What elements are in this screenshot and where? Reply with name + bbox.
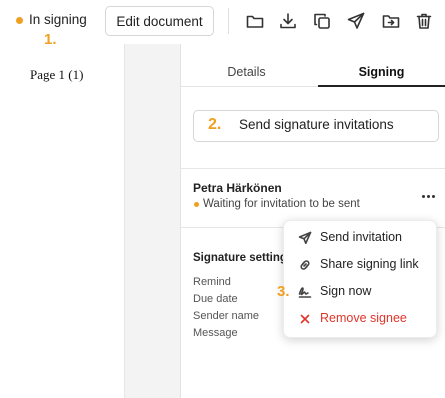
send-signature-invitations-label: Send signature invitations: [239, 117, 394, 132]
tab-signing[interactable]: Signing: [318, 56, 445, 88]
close-icon: [297, 311, 313, 327]
signee-status-dot-icon: [194, 202, 199, 207]
copy-icon[interactable]: [311, 10, 333, 32]
section-divider: [180, 168, 445, 169]
step-marker-2: 2.: [208, 116, 222, 133]
menu-label-remove-signee: Remove signee: [320, 311, 407, 325]
setting-sender-name-label: Sender name: [193, 310, 260, 322]
toolbar: In signing 1. Edit document: [0, 0, 445, 48]
link-icon: [297, 257, 313, 273]
signature-icon: [297, 284, 313, 300]
document-gutter: [124, 44, 180, 398]
send-icon: [297, 230, 313, 246]
setting-message-label: Message: [193, 327, 238, 339]
signee-status: Waiting for invitation to be sent: [203, 198, 360, 210]
setting-due-date-label: Due date: [193, 293, 238, 305]
folder-icon[interactable]: [244, 10, 266, 32]
active-tab-indicator: [318, 85, 445, 87]
toolbar-divider: [228, 8, 229, 34]
setting-remind-label: Remind: [193, 276, 231, 288]
trash-icon[interactable]: [413, 10, 435, 32]
signee-name: Petra Härkönen: [193, 181, 282, 195]
move-to-folder-icon[interactable]: [380, 10, 402, 32]
tab-details[interactable]: Details: [181, 56, 312, 88]
status-label: In signing: [29, 12, 87, 27]
more-options-icon[interactable]: [418, 188, 438, 204]
menu-label-share-signing-link: Share signing link: [320, 257, 419, 271]
send-icon[interactable]: [345, 10, 367, 32]
signature-settings-title: Signature settings: [193, 252, 294, 264]
document-page: [0, 44, 124, 398]
download-icon[interactable]: [277, 10, 299, 32]
step-marker-3: 3.: [277, 283, 290, 300]
menu-label-send-invitation: Send invitation: [320, 230, 403, 244]
status-dot-icon: [16, 17, 23, 24]
edit-document-button[interactable]: Edit document: [105, 6, 214, 36]
menu-label-sign-now: Sign now: [320, 284, 372, 298]
page-number-label: Page 1 (1): [30, 67, 84, 82]
